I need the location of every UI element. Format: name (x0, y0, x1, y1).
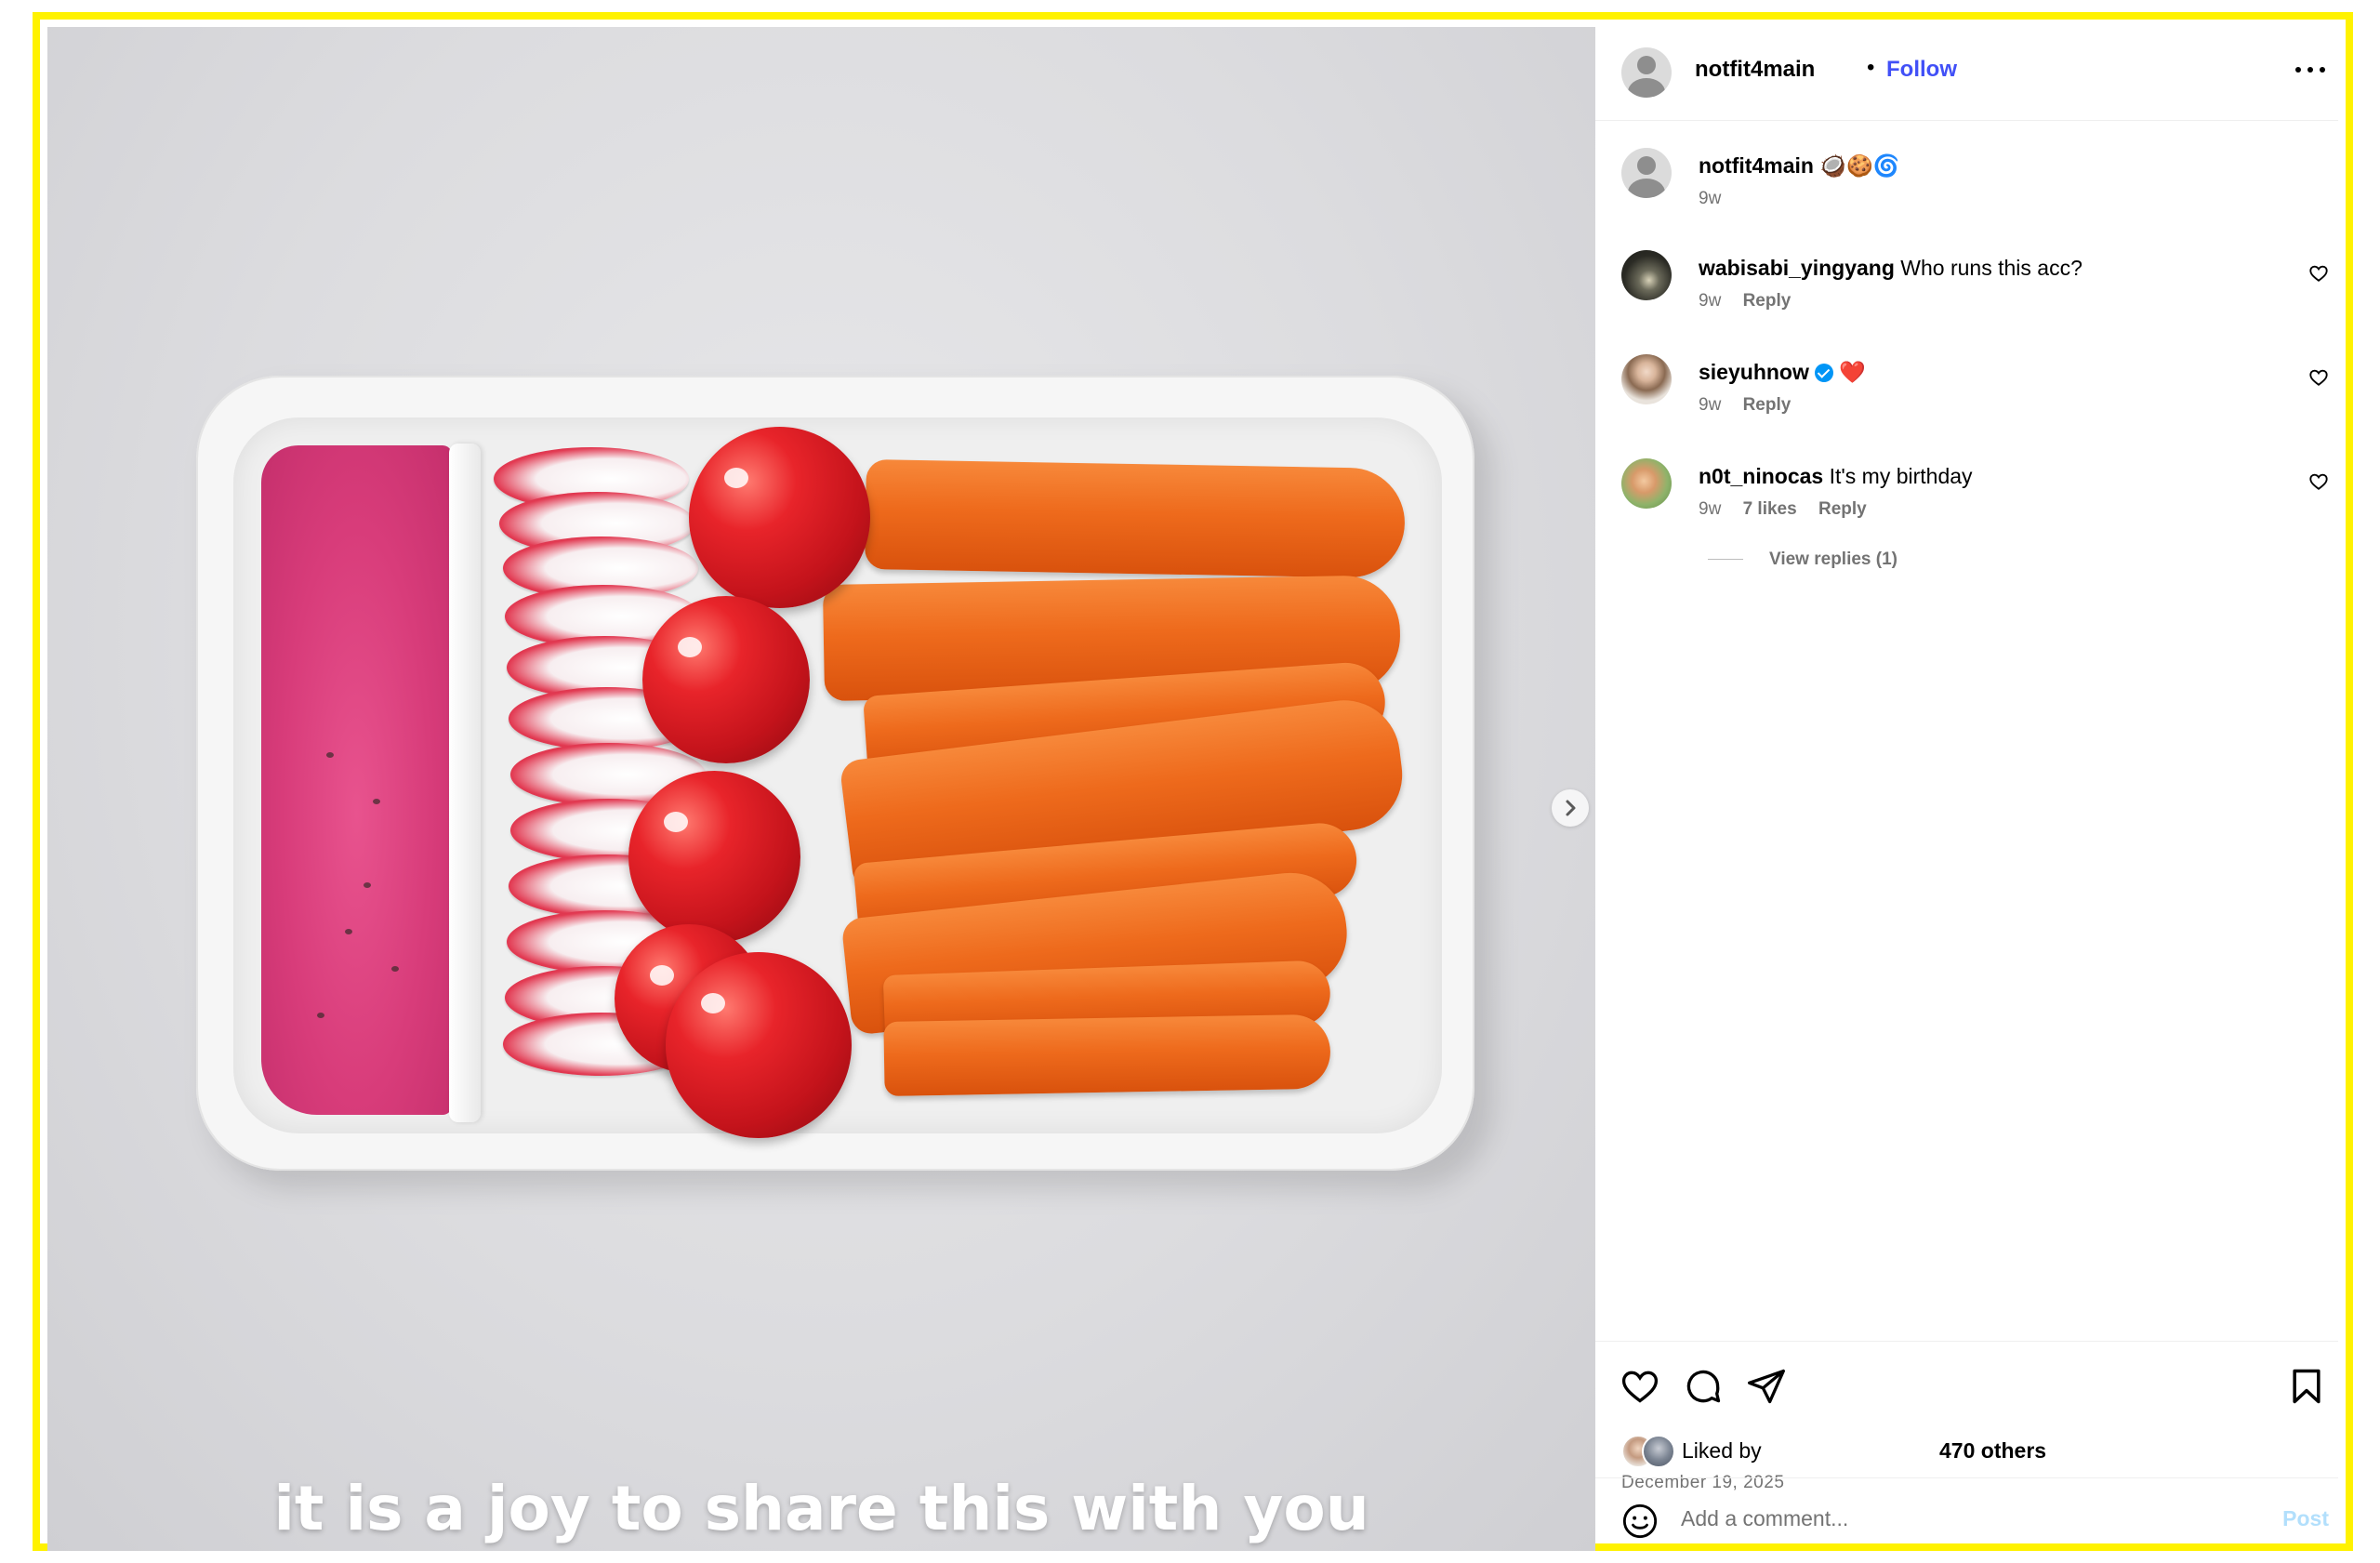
avatar[interactable] (1621, 458, 1672, 509)
avatar[interactable] (1621, 354, 1672, 404)
comment-username[interactable]: n0t_ninocas (1699, 464, 1823, 488)
bookmark-icon (2293, 1369, 2320, 1404)
reply-button[interactable]: Reply (1743, 291, 1792, 311)
avatar[interactable] (1621, 148, 1672, 198)
author-username[interactable]: notfit4main (1695, 57, 1815, 83)
post-comment-button[interactable]: Post (2282, 1506, 2329, 1531)
heart-icon (1621, 1371, 1659, 1403)
smiley-icon (1622, 1503, 1658, 1539)
carousel-next-button[interactable] (1552, 789, 1589, 827)
emoji-button[interactable] (1621, 1503, 1659, 1543)
post-media: it is a joy to share this with you (47, 27, 1595, 1551)
comment-like-button[interactable] (2308, 367, 2329, 391)
comment-text: Who runs this acc? (1900, 256, 2082, 280)
comment-like-button[interactable] (2308, 263, 2329, 286)
comment-time: 9w (1699, 395, 1722, 415)
comment-text: ❤️ (1839, 360, 1866, 384)
more-options-button[interactable] (2292, 59, 2329, 81)
heart-icon (2309, 369, 2328, 386)
view-replies-button[interactable]: View replies (1) (1699, 550, 1897, 570)
comment-bubble-icon (1686, 1370, 1721, 1403)
author-avatar[interactable] (1621, 47, 1672, 98)
post-modal: it is a joy to share this with you notfi… (33, 12, 2353, 1551)
comment-button[interactable] (1683, 1366, 1724, 1410)
comment-username[interactable]: notfit4main (1699, 153, 1814, 178)
reply-button[interactable]: Reply (1743, 395, 1792, 416)
header-separator: • (1867, 55, 1875, 80)
cherry-tomato (666, 952, 852, 1138)
paper-plane-icon (1748, 1369, 1785, 1404)
comment-like-button[interactable] (2308, 471, 2329, 495)
liked-by-others[interactable]: 470 others (1939, 1438, 2046, 1464)
like-button[interactable] (1620, 1366, 1660, 1410)
comment-username[interactable]: sieyuhnow (1699, 360, 1809, 384)
cherry-tomato (689, 427, 870, 608)
liked-by-avatars[interactable] (1621, 1435, 1677, 1468)
box-divider (449, 444, 481, 1122)
save-button[interactable] (2286, 1366, 2327, 1410)
caption-overlay: it is a joy to share this with you (273, 1473, 1369, 1544)
comment-composer: Post (1595, 1477, 2338, 1552)
liked-by-label: Liked by (1682, 1438, 1762, 1463)
cherry-tomato (642, 596, 810, 763)
comment-username[interactable]: wabisabi_yingyang (1699, 256, 1895, 280)
comment-time: 9w (1699, 499, 1722, 519)
comment-time: 9w (1699, 291, 1722, 311)
comment-likes[interactable]: 7 likes (1743, 499, 1797, 519)
comment-text: It's my birthday (1829, 464, 1973, 488)
carrot-stick (883, 1013, 1331, 1096)
comment-time: 9w (1699, 189, 1722, 208)
cherry-tomato (628, 771, 800, 943)
share-button[interactable] (1746, 1366, 1787, 1410)
heart-icon (2309, 265, 2328, 282)
comment-input[interactable] (1679, 1499, 2278, 1538)
chevron-right-icon (1566, 800, 1576, 816)
verified-badge-icon (1814, 364, 1833, 382)
follow-button[interactable]: Follow (1886, 57, 1957, 83)
post-header: notfit4main • Follow (1595, 27, 2338, 121)
carrot-stick (864, 459, 1406, 579)
avatar[interactable] (1621, 250, 1672, 300)
pink-dip (261, 445, 452, 1115)
post-side-panel: notfit4main • Follow notfit4main 🥥🍪🌀 9w (1595, 27, 2338, 1539)
reply-button[interactable]: Reply (1818, 499, 1867, 520)
heart-icon (2309, 473, 2328, 490)
comment-emojis: 🥥🍪🌀 (1819, 153, 1900, 178)
